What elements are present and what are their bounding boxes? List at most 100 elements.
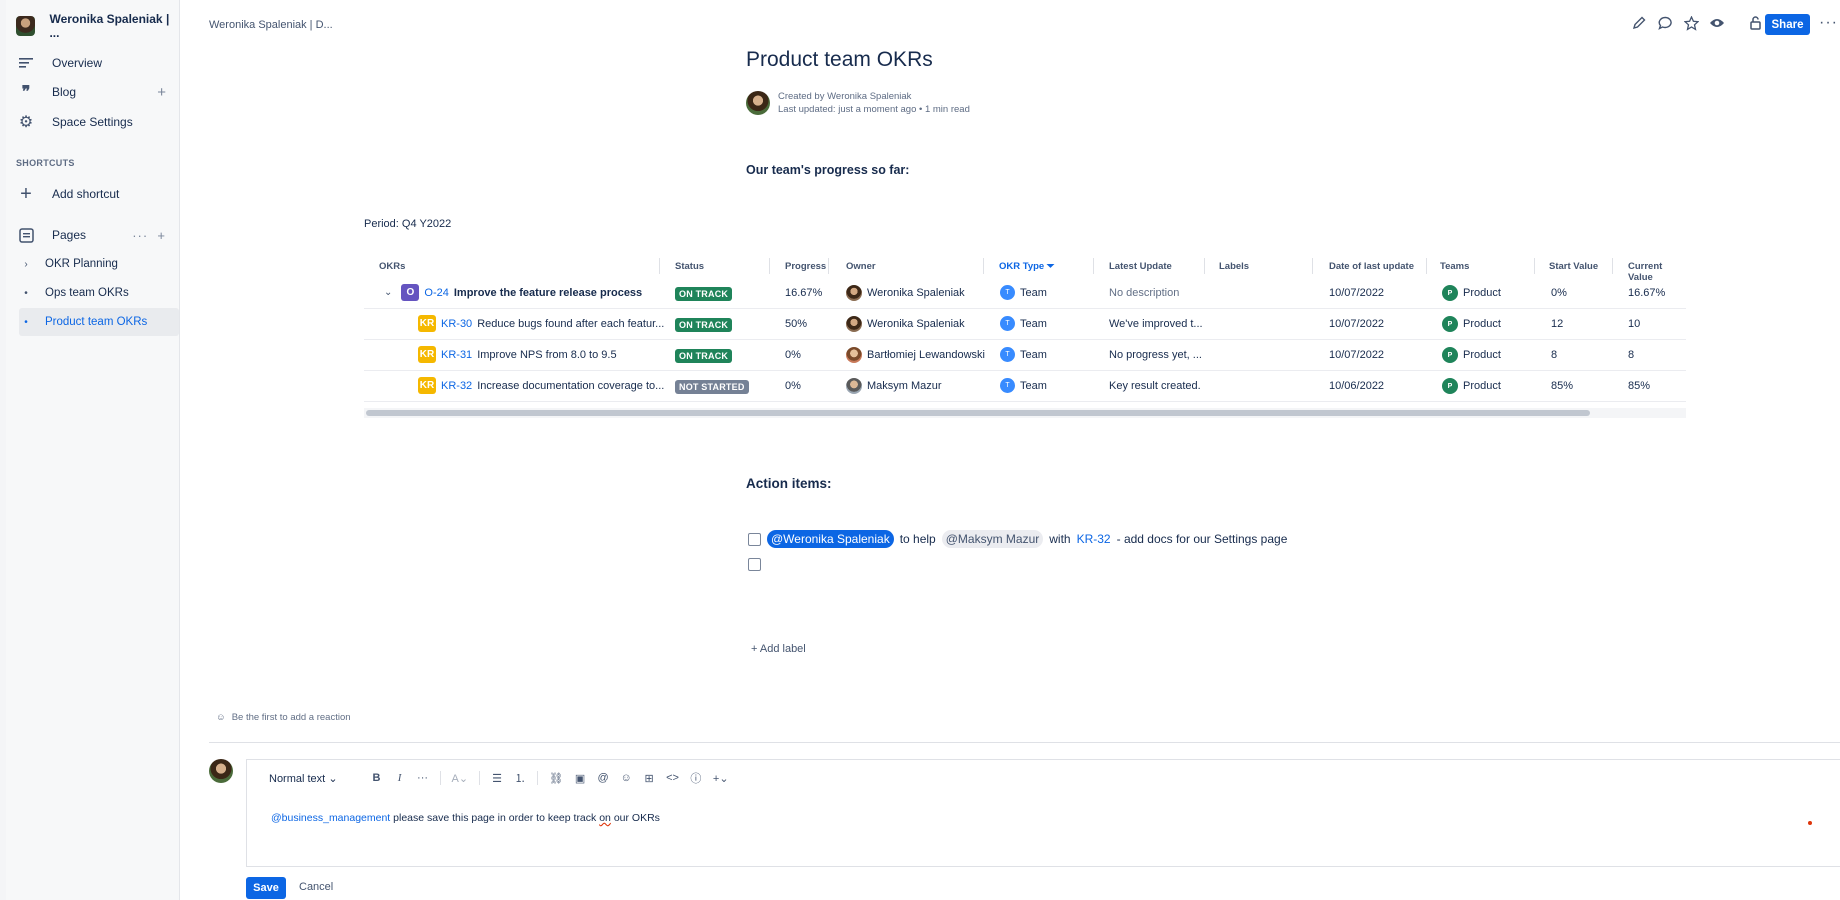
okr-title[interactable]: Increase documentation coverage to...: [477, 380, 664, 392]
column-header[interactable]: OKRs: [379, 261, 405, 272]
info-icon[interactable]: ⓘ: [690, 770, 702, 786]
text-color-icon[interactable]: A⌄: [452, 772, 469, 785]
column-header[interactable]: Teams: [1440, 261, 1469, 272]
status-badge[interactable]: ON TRACK: [675, 349, 733, 363]
mention[interactable]: @Maksym Mazur: [941, 530, 1044, 548]
status-badge[interactable]: ON TRACK: [675, 287, 733, 301]
status-badge[interactable]: NOT STARTED: [675, 380, 749, 394]
code-icon[interactable]: <>: [666, 772, 679, 784]
column-header[interactable]: Start Value: [1549, 261, 1598, 272]
comment-icon[interactable]: [1657, 15, 1673, 31]
column-divider[interactable]: [828, 258, 829, 274]
column-divider[interactable]: [983, 258, 984, 274]
task-checkbox[interactable]: [748, 558, 761, 571]
column-header[interactable]: Status: [675, 261, 704, 272]
edit-icon[interactable]: [1631, 15, 1647, 31]
column-divider[interactable]: [769, 258, 770, 274]
column-header[interactable]: Progress: [785, 261, 826, 272]
cancel-button[interactable]: Cancel: [299, 881, 333, 893]
okr-cell: KR KR-30 Reduce bugs found after each fe…: [418, 315, 664, 332]
sidebar-item-blog[interactable]: ❞ Blog +: [16, 80, 176, 104]
column-divider[interactable]: [1534, 258, 1535, 274]
author-avatar[interactable]: [746, 91, 770, 115]
task-item-empty: [748, 558, 761, 571]
column-header[interactable]: Date of last update: [1329, 261, 1414, 272]
add-blog-icon[interactable]: +: [157, 84, 166, 101]
more-actions-icon[interactable]: ···: [1819, 14, 1838, 32]
avatar[interactable]: [846, 347, 862, 363]
editor-body[interactable]: @business_management please save this pa…: [271, 812, 660, 824]
share-button[interactable]: Share: [1765, 14, 1810, 35]
task-checkbox[interactable]: [748, 532, 761, 546]
save-button[interactable]: Save: [246, 877, 286, 899]
sidebar-item-label: Blog: [52, 85, 77, 99]
table-row[interactable]: KR KR-32 Increase documentation coverage…: [364, 371, 1686, 402]
chevron-down-icon[interactable]: ⌄: [384, 287, 392, 298]
page-tree-item-product-team-okrs[interactable]: • Product team OKRs: [19, 308, 179, 336]
bold-icon[interactable]: B: [371, 772, 383, 784]
table-icon[interactable]: ⊞: [643, 772, 655, 785]
breadcrumb[interactable]: Weronika Spaleniak | D...: [209, 19, 333, 31]
avatar[interactable]: [846, 285, 862, 301]
table-scrollbar[interactable]: [366, 410, 1590, 416]
okr-title[interactable]: Improve NPS from 8.0 to 9.5: [477, 349, 616, 361]
more-formatting-icon[interactable]: ···: [417, 772, 429, 784]
mention[interactable]: @business_management: [271, 812, 390, 824]
column-header[interactable]: Owner: [846, 261, 876, 272]
status-badge[interactable]: ON TRACK: [675, 318, 733, 332]
issue-key-link[interactable]: O-24: [424, 287, 448, 299]
column-divider[interactable]: [1426, 258, 1427, 274]
mention-self[interactable]: @Weronika Spaleniak: [767, 530, 894, 548]
column-divider[interactable]: [1612, 258, 1613, 274]
issue-link[interactable]: KR-32: [1077, 532, 1111, 546]
numbered-list-icon[interactable]: ⒈: [514, 770, 526, 786]
column-header-sorted[interactable]: OKR Type ⏷: [999, 261, 1054, 272]
avatar[interactable]: [846, 316, 862, 332]
watch-icon[interactable]: [1709, 15, 1725, 31]
comment-editor[interactable]: Normal text ⌄ B I ··· A⌄ ☰ ⒈ ⛓ ▣ @ ☺ ⊞ <…: [246, 759, 1840, 867]
sidebar-item-space-settings[interactable]: ⚙ Space Settings: [16, 110, 176, 134]
column-header[interactable]: Latest Update: [1109, 261, 1172, 272]
bullet-list-icon[interactable]: ☰: [491, 772, 503, 785]
avatar[interactable]: [846, 378, 862, 394]
emoji-icon[interactable]: ☺: [620, 772, 632, 784]
add-label-button[interactable]: + Add label: [751, 643, 806, 655]
image-icon[interactable]: ▣: [574, 772, 586, 785]
add-shortcut-button[interactable]: + Add shortcut: [16, 182, 176, 206]
issue-key-link[interactable]: KR-31: [441, 349, 472, 361]
column-divider[interactable]: [659, 258, 660, 274]
table-row[interactable]: KR KR-31 Improve NPS from 8.0 to 9.5 ON …: [364, 340, 1686, 371]
sidebar-item-pages[interactable]: Pages ··· +: [16, 223, 176, 247]
restrictions-icon[interactable]: [1747, 15, 1763, 31]
table-row[interactable]: ⌄ O O-24 Improve the feature release pro…: [364, 278, 1686, 309]
okr-title[interactable]: Reduce bugs found after each featur...: [477, 318, 664, 330]
progress-cell: 0%: [785, 380, 801, 392]
text-style-dropdown[interactable]: Normal text ⌄: [269, 772, 338, 785]
current-value-cell: 16.67%: [1628, 287, 1666, 299]
okr-title[interactable]: Improve the feature release process: [454, 287, 642, 299]
issue-key-link[interactable]: KR-32: [441, 380, 472, 392]
owner-cell: Bartłomiej Lewandowski: [846, 347, 985, 363]
column-divider[interactable]: [1204, 258, 1205, 274]
table-row[interactable]: KR KR-30 Reduce bugs found after each fe…: [364, 309, 1686, 340]
space-header[interactable]: Weronika Spaleniak | ...: [16, 12, 179, 40]
column-divider[interactable]: [1093, 258, 1094, 274]
reaction-bar[interactable]: ☺ Be the first to add a reaction: [216, 712, 351, 723]
sidebar-item-overview[interactable]: Overview: [16, 51, 176, 75]
page-tree-item-ops-team-okrs[interactable]: • Ops team OKRs: [19, 279, 179, 307]
column-header[interactable]: Labels: [1219, 261, 1249, 272]
teams-cell: P Product: [1442, 347, 1501, 363]
link-icon[interactable]: ⛓: [549, 772, 563, 785]
page-tree-item-okr-planning[interactable]: › OKR Planning: [19, 250, 179, 278]
issue-key-link[interactable]: KR-30: [441, 318, 472, 330]
bullet-icon: •: [24, 287, 28, 299]
star-icon[interactable]: [1683, 15, 1699, 31]
mention-icon[interactable]: @: [597, 772, 609, 784]
insert-plus-icon[interactable]: +⌄: [713, 772, 729, 785]
spellcheck-word[interactable]: on: [599, 812, 611, 824]
pages-actions[interactable]: ··· +: [132, 228, 166, 243]
last-updated: Last updated: just a moment ago • 1 min …: [778, 104, 970, 115]
italic-icon[interactable]: I: [394, 772, 406, 784]
column-divider[interactable]: [1312, 258, 1313, 274]
chevron-right-icon[interactable]: ›: [19, 259, 33, 270]
